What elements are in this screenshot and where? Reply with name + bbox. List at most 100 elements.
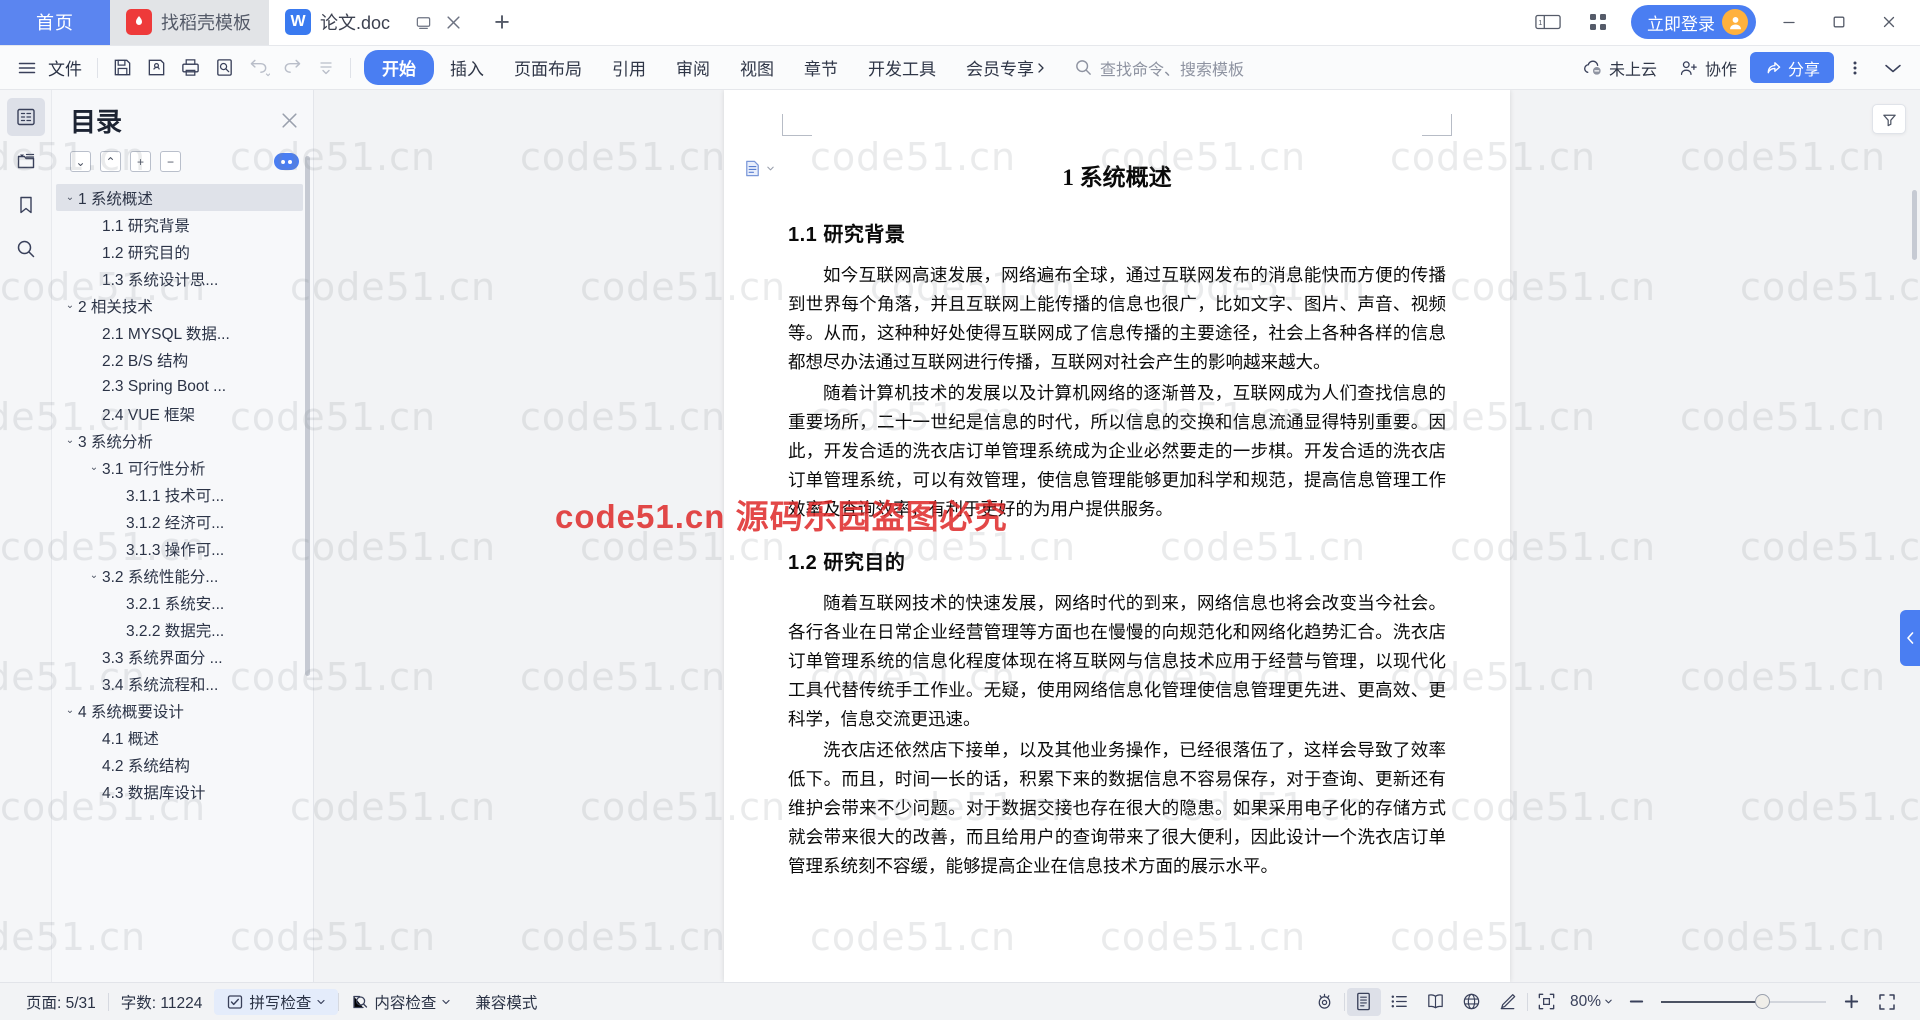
document-page[interactable]: 1 系统概述 1.1 研究背景 如今互联网高速发展，网络遍布全球，通过互联网发布… (724, 90, 1510, 982)
toc-item-list[interactable]: ⌄ 1 系统概述 1.1 研究背景 1.2 研究目的 1.3 系统设计思... ⌄ 2 相关… (52, 182, 313, 982)
minimize-icon[interactable] (1772, 5, 1806, 39)
toc-item[interactable]: 2.1 MYSQL 数据... (56, 319, 303, 346)
ribbon-tab-review[interactable]: 审阅 (662, 50, 724, 85)
toc-item[interactable]: ⌄ 4 系统概要设计 (56, 697, 303, 724)
reading-layout-icon[interactable] (1419, 988, 1453, 1016)
ribbon-tab-developer-tools[interactable]: 开发工具 (854, 50, 950, 85)
home-tab[interactable]: 首页 (0, 0, 110, 45)
content-check-button[interactable]: 内容检查 (339, 991, 463, 1013)
cloud-status-button[interactable]: 未上云 (1573, 51, 1666, 85)
ribbon-tab-page-layout[interactable]: 页面布局 (500, 50, 596, 85)
ribbon-tab-sections[interactable]: 章节 (790, 50, 852, 85)
search-input[interactable]: 查找命令、搜索模板 (1074, 56, 1244, 80)
collapse-all-button[interactable]: − (160, 151, 181, 172)
fit-page-icon[interactable] (1530, 988, 1564, 1016)
document-area[interactable]: 1 系统概述 1.1 研究背景 如今互联网高速发展，网络遍布全球，通过互联网发布… (314, 90, 1920, 982)
login-button[interactable]: 立即登录 (1631, 5, 1756, 39)
collapse-ribbon-icon[interactable] (1876, 51, 1910, 85)
toc-item[interactable]: ⌄ 3 系统分析 (56, 427, 303, 454)
chevron-down-icon[interactable]: ⌄ (62, 192, 78, 203)
zoom-out-icon[interactable] (1619, 988, 1653, 1016)
toc-item[interactable]: 1.2 研究目的 (56, 238, 303, 265)
close-icon[interactable] (280, 111, 299, 130)
toc-item[interactable]: 3.4 系统流程和... (56, 670, 303, 697)
toc-item[interactable]: 4.1 概述 (56, 724, 303, 751)
web-layout-icon[interactable] (1455, 988, 1489, 1016)
toc-visibility-toggle[interactable] (274, 153, 299, 170)
toc-item[interactable]: 3.3 系统界面分 ... (56, 643, 303, 670)
restore-tab-icon[interactable] (415, 14, 432, 31)
fullscreen-icon[interactable] (1870, 988, 1904, 1016)
rail-search-icon[interactable] (7, 230, 45, 268)
word-count[interactable]: 字数: 11224 (109, 991, 215, 1013)
toc-item[interactable]: ⌄ 3.1 可行性分析 (56, 454, 303, 481)
chevron-down-icon[interactable]: ⌄ (62, 435, 78, 446)
toc-item[interactable]: 3.2.1 系统安... (56, 589, 303, 616)
reading-eye-icon[interactable] (1308, 988, 1342, 1016)
toc-item[interactable]: 2.4 VUE 框架 (56, 400, 303, 427)
print-preview-icon[interactable] (207, 51, 241, 85)
page-indicator[interactable]: 页面: 5/31 (14, 991, 108, 1013)
spellcheck-button[interactable]: 拼写检查 (214, 988, 339, 1015)
zoom-in-icon[interactable] (1834, 988, 1868, 1016)
filter-panel-icon[interactable] (1872, 104, 1906, 134)
toc-item[interactable]: 4.3 数据库设计 (56, 778, 303, 805)
rail-bookmark-icon[interactable] (7, 186, 45, 224)
rail-chapter-navigation-icon[interactable] (7, 142, 45, 180)
toc-item[interactable]: 4.2 系统结构 (56, 751, 303, 778)
ribbon-tab-references[interactable]: 引用 (598, 50, 660, 85)
toc-item[interactable]: ⌄ 3.2 系统性能分... (56, 562, 303, 589)
close-tab-icon[interactable] (446, 15, 461, 30)
window-layout-icon[interactable]: 1 (1531, 5, 1565, 39)
toc-item[interactable]: 3.1.1 技术可... (56, 481, 303, 508)
maximize-icon[interactable] (1822, 5, 1856, 39)
collaborate-button[interactable]: 协作 (1670, 51, 1746, 85)
redo-icon[interactable] (275, 51, 309, 85)
toc-item[interactable]: ⌄ 2 相关技术 (56, 292, 303, 319)
expand-all-button[interactable]: + (130, 151, 151, 172)
document-scrollbar[interactable] (1912, 190, 1917, 260)
toc-item[interactable]: 1.1 研究背景 (56, 211, 303, 238)
toc-item[interactable]: 2.2 B/S 结构 (56, 346, 303, 373)
undo-icon[interactable] (241, 51, 275, 85)
print-icon[interactable] (173, 51, 207, 85)
rail-outline-icon[interactable] (6, 98, 45, 136)
file-menu-button[interactable]: 文件 (44, 55, 90, 80)
outline-view-icon[interactable] (1383, 988, 1417, 1016)
expand-down-button[interactable]: ⌄ (70, 151, 91, 172)
side-panel-toggle[interactable] (1900, 610, 1920, 666)
zoom-level[interactable]: 80% (1566, 993, 1617, 1011)
close-window-icon[interactable] (1872, 5, 1906, 39)
more-options-icon[interactable] (1838, 51, 1872, 85)
new-tab-button[interactable]: + (479, 0, 525, 45)
ribbon-tab-start[interactable]: 开始 (364, 50, 434, 85)
print-layout-icon[interactable] (1346, 987, 1381, 1016)
edit-pen-icon[interactable] (1491, 988, 1525, 1016)
paragraph-style-icon[interactable] (742, 158, 775, 179)
save-icon[interactable] (105, 51, 139, 85)
toc-item[interactable]: 1.3 系统设计思... (56, 265, 303, 292)
apps-grid-icon[interactable] (1581, 5, 1615, 39)
toc-item[interactable]: ⌄ 1 系统概述 (56, 184, 303, 211)
collapse-up-button[interactable]: ⌃ (100, 151, 121, 172)
chevron-down-icon[interactable]: ⌄ (62, 705, 78, 716)
tab-document-paper[interactable]: W 论文.doc (269, 0, 480, 45)
chevron-down-icon[interactable]: ⌄ (86, 570, 102, 581)
toc-item[interactable]: 3.1.3 操作可... (56, 535, 303, 562)
ribbon-tab-view[interactable]: 视图 (726, 50, 788, 85)
share-button[interactable]: 分享 (1749, 52, 1834, 83)
save-as-icon[interactable] (139, 51, 173, 85)
toc-scrollbar[interactable] (305, 156, 310, 676)
zoom-slider-knob[interactable] (1755, 994, 1771, 1009)
toc-item[interactable]: 2.3 Spring Boot ... (56, 373, 303, 400)
hamburger-menu-icon[interactable] (10, 51, 44, 85)
chevron-down-icon[interactable]: ⌄ (86, 462, 102, 473)
tab-template-store[interactable]: 找稻壳模板 (110, 0, 269, 45)
chevron-down-icon[interactable]: ⌄ (62, 300, 78, 311)
zoom-slider[interactable] (1661, 992, 1826, 1012)
toc-item[interactable]: 3.1.2 经济可... (56, 508, 303, 535)
toc-item[interactable]: 3.2.2 数据完... (56, 616, 303, 643)
ribbon-tab-insert[interactable]: 插入 (436, 50, 498, 85)
ribbon-tab-member[interactable]: 会员专享 (952, 50, 1060, 85)
customize-icon[interactable] (309, 51, 343, 85)
